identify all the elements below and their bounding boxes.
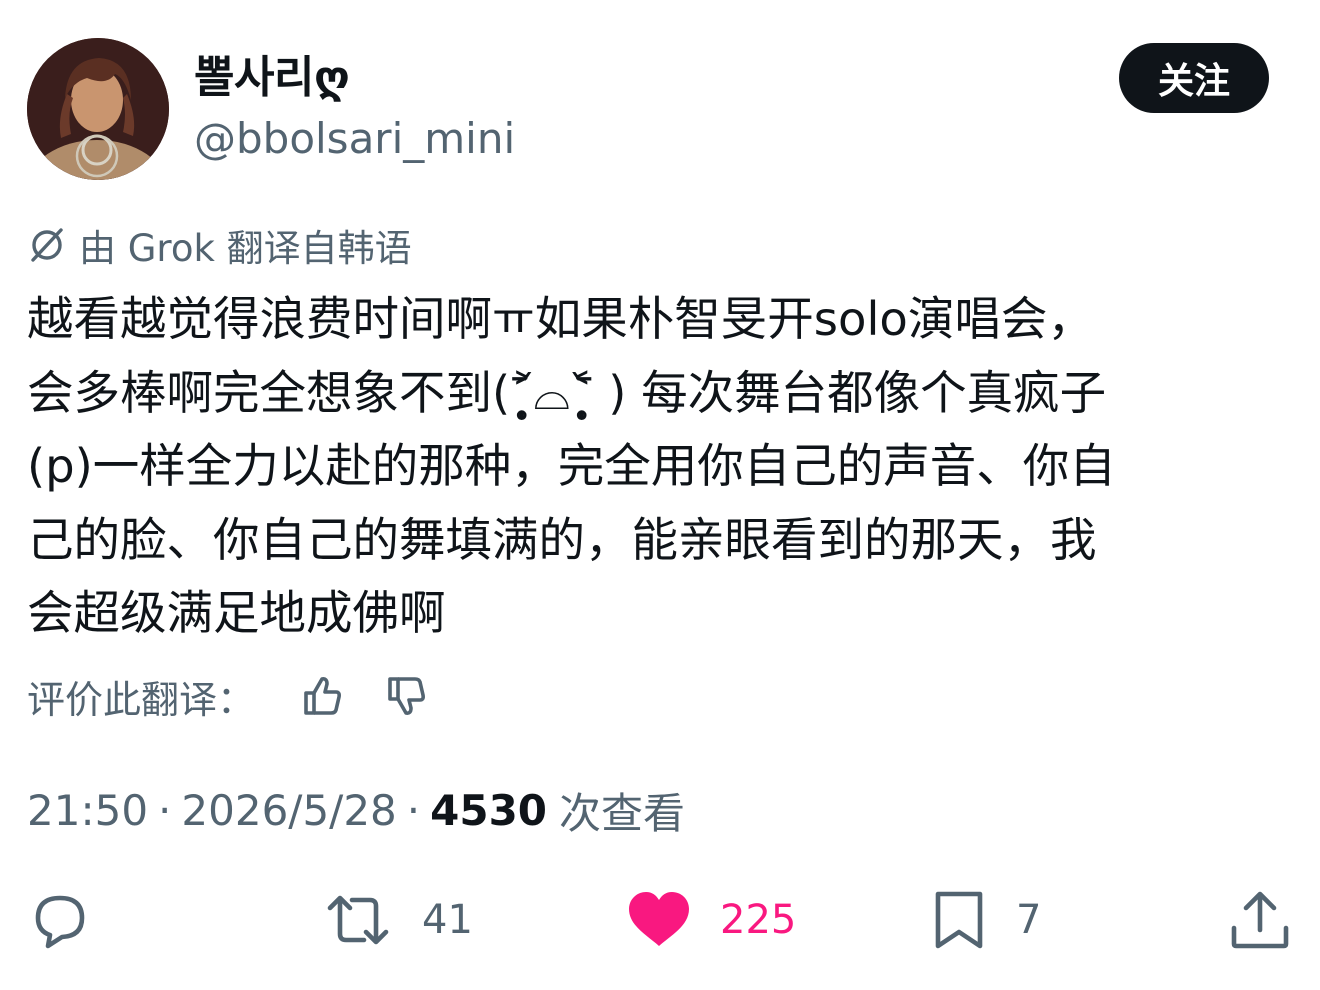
meta-separator: · (158, 785, 172, 835)
follow-button[interactable]: 关注 (1119, 43, 1269, 113)
action-bar: 41 225 7 (0, 880, 1320, 960)
grok-icon (31, 228, 63, 262)
follow-button-label: 关注 (1157, 61, 1230, 102)
like-button[interactable]: 225 (626, 880, 796, 960)
translation-note-text: 由 Grok 翻译自韩语 (79, 227, 412, 270)
tweet-detail: 뽈사리ღ @bbolsari_mini 关注 由 Grok 翻译自韩语 越看越觉… (0, 0, 1320, 990)
bookmark-icon (935, 891, 983, 949)
retweet-icon (327, 895, 389, 945)
rate-translation-label: 评价此翻译： (27, 677, 256, 722)
thumbs-down-icon[interactable] (383, 673, 429, 719)
bookmark-button[interactable]: 7 (930, 880, 1041, 960)
rate-translation: 评价此翻译： (27, 668, 429, 724)
like-count: 225 (720, 897, 797, 943)
heart-icon (629, 892, 689, 946)
tweet-date[interactable]: 2026/5/28 (181, 786, 396, 835)
reply-button[interactable] (28, 880, 92, 960)
tweet-time[interactable]: 21:50 (27, 786, 148, 835)
share-button[interactable] (1228, 880, 1292, 960)
author-display-name[interactable]: 뽈사리ღ (194, 50, 350, 106)
tweet-meta: 21:50 · 2026/5/28 · 4530 次查看 (27, 782, 685, 838)
retweet-count: 41 (422, 897, 473, 943)
reply-icon (35, 895, 85, 949)
tweet-text: 越看越觉得浪费时间啊ㅠ如果朴智旻开solo演唱会， 会多棒啊完全想象不到(˃̣̣… (27, 292, 1116, 640)
share-icon (1231, 891, 1289, 949)
views-label: 次查看 (559, 788, 686, 838)
avatar-image (27, 38, 169, 180)
avatar[interactable] (27, 38, 169, 180)
views-count: 4530 (430, 785, 548, 835)
author-handle[interactable]: @bbolsari_mini (194, 112, 515, 166)
bookmark-count: 7 (1016, 897, 1042, 943)
translation-note: 由 Grok 翻译自韩语 (27, 220, 412, 270)
thumbs-up-icon[interactable] (299, 673, 345, 719)
retweet-button[interactable]: 41 (322, 880, 473, 960)
meta-separator: · (406, 785, 421, 835)
